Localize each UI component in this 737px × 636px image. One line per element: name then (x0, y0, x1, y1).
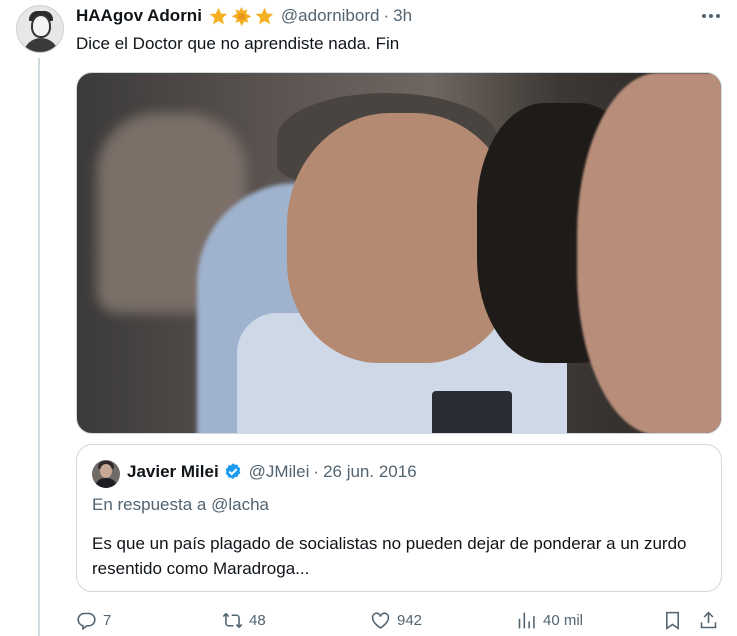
separator-dot: · (383, 6, 390, 25)
author-avatar[interactable] (16, 5, 64, 53)
star-icon (209, 7, 228, 24)
bookmark-icon (666, 611, 679, 630)
repost-icon (222, 612, 243, 628)
action-bar: 7 48 942 40 mil (76, 606, 726, 634)
like-button[interactable]: 942 (370, 606, 422, 634)
views-chart-icon (518, 612, 535, 628)
quoted-tweet[interactable]: Javier Milei @JMilei · 26 jun. 2016 En r… (76, 444, 722, 592)
star-icon (231, 6, 252, 26)
verified-badge-icon (225, 463, 241, 480)
reply-mention: @lacha (211, 495, 269, 514)
author-name[interactable]: HAAgov Adorni (76, 6, 202, 26)
tweet-time[interactable]: 3h (393, 6, 412, 26)
share-icon (700, 611, 717, 628)
thread-line (38, 58, 40, 636)
reply-count: 7 (103, 611, 112, 629)
reply-prefix: En respuesta a (92, 495, 207, 514)
reply-context: En respuesta a @lacha (92, 495, 269, 515)
author-handle[interactable]: @adornibord (281, 6, 380, 26)
tweet-text: Dice el Doctor que no aprendiste nada. F… (76, 34, 400, 53)
repost-count: 48 (249, 611, 266, 629)
tweet-header: HAAgov Adorni @adornibord · 3h (76, 5, 412, 27)
reply-icon (77, 612, 96, 630)
like-count: 942 (397, 611, 423, 629)
more-options-icon[interactable] (696, 4, 726, 28)
repost-button[interactable]: 48 (222, 606, 266, 634)
quoted-author-avatar (92, 460, 120, 488)
badge-stars (208, 6, 275, 27)
quoted-tweet-text: Es que un país plagado de socialistas no… (92, 534, 687, 578)
tweet-photo[interactable] (76, 72, 722, 434)
heart-icon (371, 611, 390, 629)
views-button[interactable]: 40 mil (516, 606, 583, 634)
bookmark-button[interactable] (662, 606, 683, 634)
star-icon (255, 7, 274, 24)
quoted-tweet-date: 26 jun. 2016 (323, 462, 417, 481)
share-button[interactable] (698, 606, 719, 634)
views-count: 40 mil (543, 611, 584, 629)
quoted-author-name: Javier Milei (127, 462, 219, 481)
quoted-author-handle: @JMilei (248, 462, 310, 481)
reply-button[interactable]: 7 (76, 606, 111, 634)
separator-dot: · (313, 462, 320, 481)
quoted-tweet-header: Javier Milei @JMilei · 26 jun. 2016 (127, 462, 417, 482)
